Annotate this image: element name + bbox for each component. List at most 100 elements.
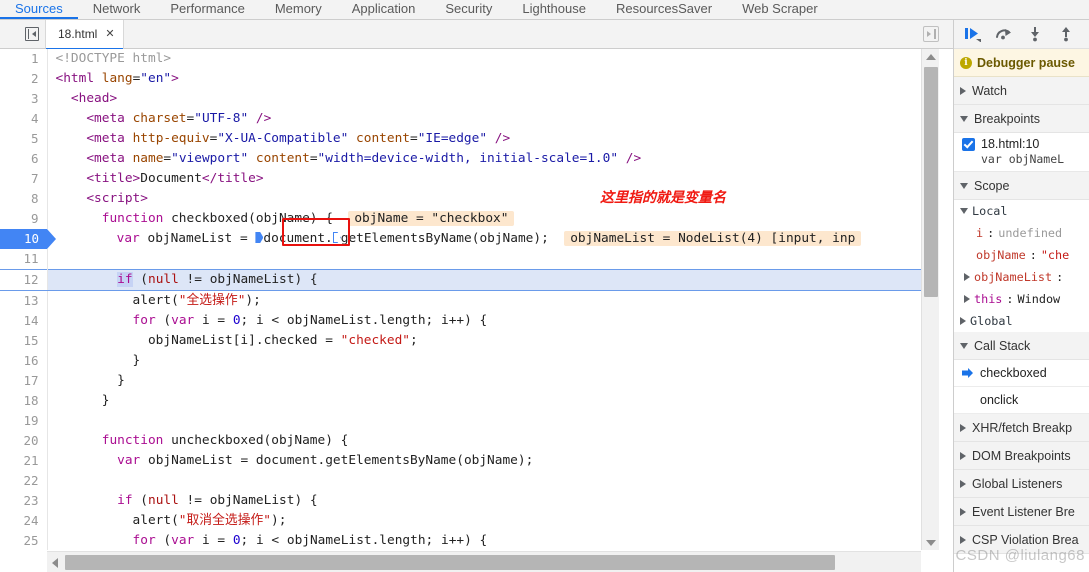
vertical-scrollbar-thumb[interactable] xyxy=(924,67,938,297)
call-stack-frame-checkboxed[interactable]: checkboxed xyxy=(954,360,1089,387)
section-header-watch[interactable]: Watch xyxy=(954,77,1089,105)
code-line[interactable]: <html lang="en"> xyxy=(47,69,921,89)
line-number[interactable]: 11 xyxy=(0,249,48,270)
code-line[interactable]: var objNameList = document.getElementsBy… xyxy=(47,229,921,249)
line-number[interactable]: 5 xyxy=(0,129,48,149)
code-row: 9 function checkboxed(objName) { objName… xyxy=(0,209,921,229)
scope-group-local[interactable]: Local xyxy=(954,200,1089,222)
code-line[interactable]: alert("全选操作"); xyxy=(47,291,921,312)
call-stack-frame-onclick[interactable]: onclick xyxy=(954,387,1089,414)
scroll-left-arrow-icon[interactable] xyxy=(47,552,63,572)
line-number[interactable]: 15 xyxy=(0,331,48,351)
line-number[interactable]: 13 xyxy=(0,290,48,311)
scope-variable-i[interactable]: i: undefined xyxy=(954,222,1089,244)
scope-variable-objname[interactable]: objName: "che xyxy=(954,244,1089,266)
code-line[interactable]: function uncheckboxed(objName) { xyxy=(47,431,921,451)
code-line[interactable]: <meta name="viewport" content="width=dev… xyxy=(47,149,921,169)
panel-tab-memory[interactable]: Memory xyxy=(260,0,337,19)
line-number[interactable]: 17 xyxy=(0,371,48,391)
code-line[interactable] xyxy=(47,249,921,270)
panel-tab-performance[interactable]: Performance xyxy=(155,0,259,19)
code-line[interactable]: if (null != objNameList) { xyxy=(47,269,921,291)
breakpoint-list-item[interactable]: 18.html:10 var objNameL xyxy=(954,133,1089,172)
code-line[interactable]: function checkboxed(objName) { objName =… xyxy=(47,209,921,229)
code-line[interactable]: for (var i = 0; i < objNameList.length; … xyxy=(47,311,921,331)
section-header-xhr-fetch-breakpoints[interactable]: XHR/fetch Breakp xyxy=(954,414,1089,442)
horizontal-scrollbar-thumb[interactable] xyxy=(65,555,835,570)
panel-tab-network[interactable]: Network xyxy=(78,0,156,19)
code-line[interactable]: <title>Document</title> xyxy=(47,169,921,189)
code-vertical-scrollbar[interactable] xyxy=(921,49,939,550)
line-number[interactable]: 1 xyxy=(0,49,48,69)
section-header-scope[interactable]: Scope xyxy=(954,172,1089,200)
line-number[interactable]: 7 xyxy=(0,169,48,189)
panel-tab-security[interactable]: Security xyxy=(430,0,507,19)
line-number[interactable]: 25 xyxy=(0,531,48,550)
line-number[interactable]: 4 xyxy=(0,109,48,129)
line-number[interactable]: 18 xyxy=(0,391,48,411)
section-header-event-listener-breakpoints[interactable]: Event Listener Bre xyxy=(954,498,1089,526)
code-line[interactable]: } xyxy=(47,371,921,391)
breakpoint-checkbox[interactable] xyxy=(962,137,975,151)
section-header-dom-breakpoints[interactable]: DOM Breakpoints xyxy=(954,442,1089,470)
code-line[interactable]: <script> xyxy=(47,189,921,209)
close-icon[interactable]: ✕ xyxy=(105,28,114,40)
line-number[interactable]: 16 xyxy=(0,351,48,371)
code-line[interactable] xyxy=(47,411,921,431)
panel-tab-web-scraper[interactable]: Web Scraper xyxy=(727,0,833,19)
scroll-down-arrow-icon[interactable] xyxy=(922,535,940,550)
line-number[interactable]: 14 xyxy=(0,311,48,331)
line-number[interactable]: 23 xyxy=(0,491,48,511)
line-number[interactable]: 20 xyxy=(0,431,48,451)
line-number[interactable]: 8 xyxy=(0,189,48,209)
line-number[interactable]: 19 xyxy=(0,411,48,431)
devtools-panel-tabs[interactable]: Sources Network Performance Memory Appli… xyxy=(0,0,1089,20)
chevron-right-icon[interactable] xyxy=(964,295,970,303)
panel-tab-resourcessaver[interactable]: ResourcesSaver xyxy=(601,0,727,19)
code-line[interactable]: <meta http-equiv="X-UA-Compatible" conte… xyxy=(47,129,921,149)
section-header-partial-bottom[interactable]: CSP Violation Brea xyxy=(954,526,1089,554)
line-number[interactable]: 21 xyxy=(0,451,48,471)
scope-variable-this[interactable]: this: Window xyxy=(954,288,1089,310)
file-tab-18html[interactable]: 18.html ✕ xyxy=(46,19,124,50)
scroll-up-arrow-icon[interactable] xyxy=(922,49,940,64)
panel-tab-sources[interactable]: Sources xyxy=(0,0,78,19)
section-header-call-stack[interactable]: Call Stack xyxy=(954,332,1089,360)
code-editor[interactable]: 1 <!DOCTYPE html> 2 <html lang="en"> 3 <… xyxy=(0,49,953,572)
line-number[interactable]: 2 xyxy=(0,69,48,89)
line-number[interactable]: 9 xyxy=(0,209,48,229)
show-navigator-button[interactable] xyxy=(18,20,46,48)
code-line[interactable]: if (null != objNameList) { xyxy=(47,491,921,511)
line-number[interactable]: 24 xyxy=(0,511,48,531)
section-header-breakpoints[interactable]: Breakpoints xyxy=(954,105,1089,133)
step-out-button[interactable] xyxy=(1053,22,1079,46)
chevron-right-icon[interactable] xyxy=(964,273,970,281)
code-line[interactable]: <meta charset="UTF-8" /> xyxy=(47,109,921,129)
line-number[interactable]: 22 xyxy=(0,471,48,491)
code-line[interactable]: var objNameList = document.getElementsBy… xyxy=(47,451,921,471)
step-into-button[interactable] xyxy=(1022,22,1048,46)
resume-script-execution-button[interactable] xyxy=(960,22,986,46)
code-line[interactable]: } xyxy=(47,351,921,371)
code-line[interactable]: } xyxy=(47,391,921,411)
scope-group-global[interactable]: Global xyxy=(954,310,1089,332)
code-line[interactable]: alert("取消全选操作"); xyxy=(47,511,921,531)
line-number[interactable]: 12 xyxy=(0,269,48,291)
panel-tab-lighthouse[interactable]: Lighthouse xyxy=(507,0,601,19)
code-horizontal-scrollbar[interactable] xyxy=(47,551,921,572)
breakpoint-snippet: var objNameL xyxy=(981,152,1065,166)
section-header-global-listeners[interactable]: Global Listeners xyxy=(954,470,1089,498)
code-line[interactable] xyxy=(47,471,921,491)
line-number[interactable]: 6 xyxy=(0,149,48,169)
code-line[interactable]: <head> xyxy=(47,89,921,109)
code-line[interactable]: <!DOCTYPE html> xyxy=(47,49,921,69)
scope-variable-objnamelist[interactable]: objNameList: xyxy=(954,266,1089,288)
step-over-button[interactable] xyxy=(991,22,1017,46)
code-line[interactable]: for (var i = 0; i < objNameList.length; … xyxy=(47,531,921,550)
show-debugger-sidebar-button[interactable] xyxy=(923,26,939,42)
line-number-breakpoint[interactable]: 10 xyxy=(0,229,56,249)
code-line[interactable]: objNameList[i].checked = "checked"; xyxy=(47,331,921,351)
line-number[interactable]: 3 xyxy=(0,89,48,109)
panel-tab-application[interactable]: Application xyxy=(337,0,431,19)
step-marker-icon[interactable] xyxy=(332,232,341,243)
